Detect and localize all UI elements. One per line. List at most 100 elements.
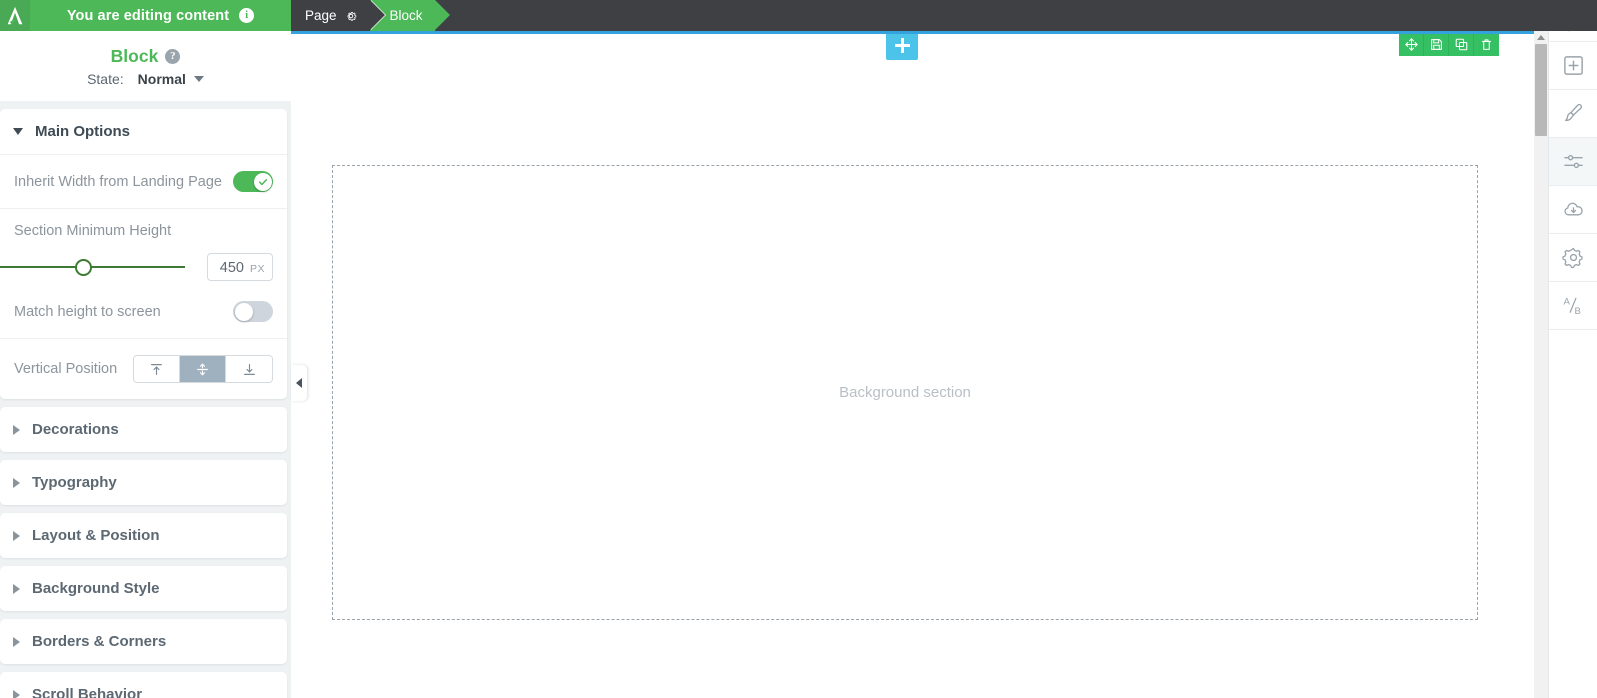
section-header-decorations[interactable]: Decorations	[0, 407, 287, 452]
page-title: Block	[110, 45, 159, 66]
slider-thumb[interactable]	[75, 259, 93, 276]
section-header-main-options[interactable]: Main Options	[0, 109, 287, 155]
scrollbar-thumb[interactable]	[1535, 44, 1547, 136]
section-label-scroll-behavior: Scroll Behavior	[32, 686, 143, 698]
section-background-style: Background Style	[0, 566, 287, 611]
chevron-right-icon	[13, 583, 20, 594]
section-label-layout-position: Layout & Position	[32, 527, 160, 544]
chevron-right-icon	[13, 424, 20, 435]
question-mark-icon[interactable]: ?	[165, 48, 181, 64]
section-min-height-value: 450	[219, 260, 244, 276]
save-block-button[interactable]	[1424, 32, 1449, 56]
background-section-label: Background section	[839, 384, 971, 401]
section-label-decorations: Decorations	[32, 421, 119, 438]
section-layout-position: Layout & Position	[0, 513, 287, 558]
chevron-right-icon	[13, 636, 20, 647]
chevron-down-icon	[13, 128, 23, 135]
app-logo[interactable]	[0, 0, 30, 31]
move-icon	[1404, 37, 1418, 51]
section-scroll-behavior: Scroll Behavior	[0, 672, 287, 698]
chevron-down-icon	[193, 75, 204, 82]
rail-item-style[interactable]	[1549, 90, 1597, 138]
add-icon	[1563, 56, 1583, 75]
toggle-knob	[234, 302, 253, 321]
section-header-background-style[interactable]: Background Style	[0, 566, 287, 611]
breadcrumb-block-label: Block	[389, 8, 423, 23]
align-middle-button[interactable]	[180, 356, 226, 382]
duplicate-block-button[interactable]	[1449, 32, 1474, 56]
canvas-scrollbar[interactable]	[1534, 31, 1548, 698]
rail-item-ab-test[interactable]: A B	[1549, 282, 1597, 330]
sliders-icon	[1563, 154, 1583, 169]
unbounce-logo-icon	[7, 6, 23, 25]
cloud-download-icon	[1563, 202, 1583, 216]
state-value-label: Normal	[137, 70, 186, 87]
section-typography: Typography	[0, 460, 287, 505]
svg-text:A: A	[1563, 297, 1570, 308]
section-main-options: Main Options Inherit Width from Landing …	[0, 109, 287, 399]
properties-panel: Block ? State: Normal Main Options Inher…	[0, 31, 291, 698]
slider-track	[0, 266, 185, 268]
section-header-scroll-behavior[interactable]: Scroll Behavior	[0, 672, 287, 698]
scrollbar-up-button[interactable]	[1534, 31, 1548, 44]
section-label-typography: Typography	[32, 474, 117, 491]
info-icon[interactable]: i	[239, 8, 255, 23]
toggle-knob	[253, 172, 272, 191]
state-label: State:	[87, 70, 124, 87]
panel-header: Block ? State: Normal	[0, 31, 291, 101]
align-bottom-button[interactable]	[226, 356, 272, 382]
save-icon	[1430, 38, 1442, 50]
row-match-height: Match height to screen	[0, 285, 287, 339]
section-label-background-style: Background Style	[32, 580, 160, 597]
rail-item-properties[interactable]	[1549, 138, 1597, 186]
breadcrumb-item-page[interactable]: Page	[291, 0, 386, 31]
add-block-button[interactable]	[886, 31, 918, 60]
top-bar: You are editing content i Page Block	[0, 0, 1597, 31]
ab-test-icon: A B	[1563, 297, 1580, 317]
gear-icon[interactable]	[344, 9, 358, 23]
section-decorations: Decorations	[0, 407, 287, 452]
vertical-position-segmented	[133, 355, 273, 383]
delete-block-button[interactable]	[1474, 32, 1499, 56]
rail-item-publish[interactable]	[1549, 186, 1597, 234]
rail-item-add[interactable]	[1549, 42, 1597, 90]
section-min-height-input[interactable]: 450 PX	[207, 253, 273, 281]
section-label-borders-corners: Borders & Corners	[32, 633, 167, 650]
align-middle-icon	[197, 363, 208, 375]
state-row: State: Normal	[87, 71, 204, 87]
section-header-borders-corners[interactable]: Borders & Corners	[0, 619, 287, 664]
section-borders-corners: Borders & Corners	[0, 619, 287, 664]
page-canvas[interactable]: Background section	[291, 31, 1534, 698]
vertical-position-label: Vertical Position	[14, 361, 118, 377]
check-icon	[258, 178, 267, 185]
plus-icon	[894, 38, 910, 53]
align-top-button[interactable]	[134, 356, 180, 382]
paintbrush-icon	[1564, 103, 1582, 122]
chevron-left-icon	[296, 378, 302, 388]
breadcrumb: Page Block	[291, 0, 450, 31]
section-header-typography[interactable]: Typography	[0, 460, 287, 505]
align-top-icon	[151, 363, 162, 375]
panel-sections-scroll[interactable]: Main Options Inherit Width from Landing …	[0, 101, 291, 698]
state-dropdown[interactable]: Normal	[138, 71, 204, 87]
background-section-placeholder[interactable]: Background section	[332, 165, 1478, 620]
panel-collapse-handle[interactable]	[291, 365, 307, 401]
row-vertical-position: Vertical Position	[0, 339, 287, 399]
breadcrumb-arrow-block	[434, 0, 450, 30]
section-min-height-slider[interactable]	[0, 257, 185, 277]
breadcrumb-arrow-page	[369, 0, 385, 30]
editing-banner-text: You are editing content	[66, 7, 230, 24]
panel-title-row: Block ?	[111, 46, 181, 67]
section-header-layout-position[interactable]: Layout & Position	[0, 513, 287, 558]
row-inherit-width: Inherit Width from Landing Page	[0, 155, 287, 209]
editing-banner: You are editing content i	[30, 0, 291, 31]
rail-item-settings[interactable]	[1549, 234, 1597, 282]
section-min-height-label: Section Minimum Height	[14, 223, 172, 239]
match-height-toggle[interactable]	[233, 301, 273, 322]
inherit-width-toggle[interactable]	[233, 171, 273, 192]
right-toolbar: A B	[1548, 0, 1597, 698]
section-min-height-unit: PX	[249, 263, 265, 275]
match-height-label: Match height to screen	[14, 303, 161, 320]
move-block-button[interactable]	[1399, 32, 1424, 56]
section-label-main-options: Main Options	[35, 123, 130, 140]
